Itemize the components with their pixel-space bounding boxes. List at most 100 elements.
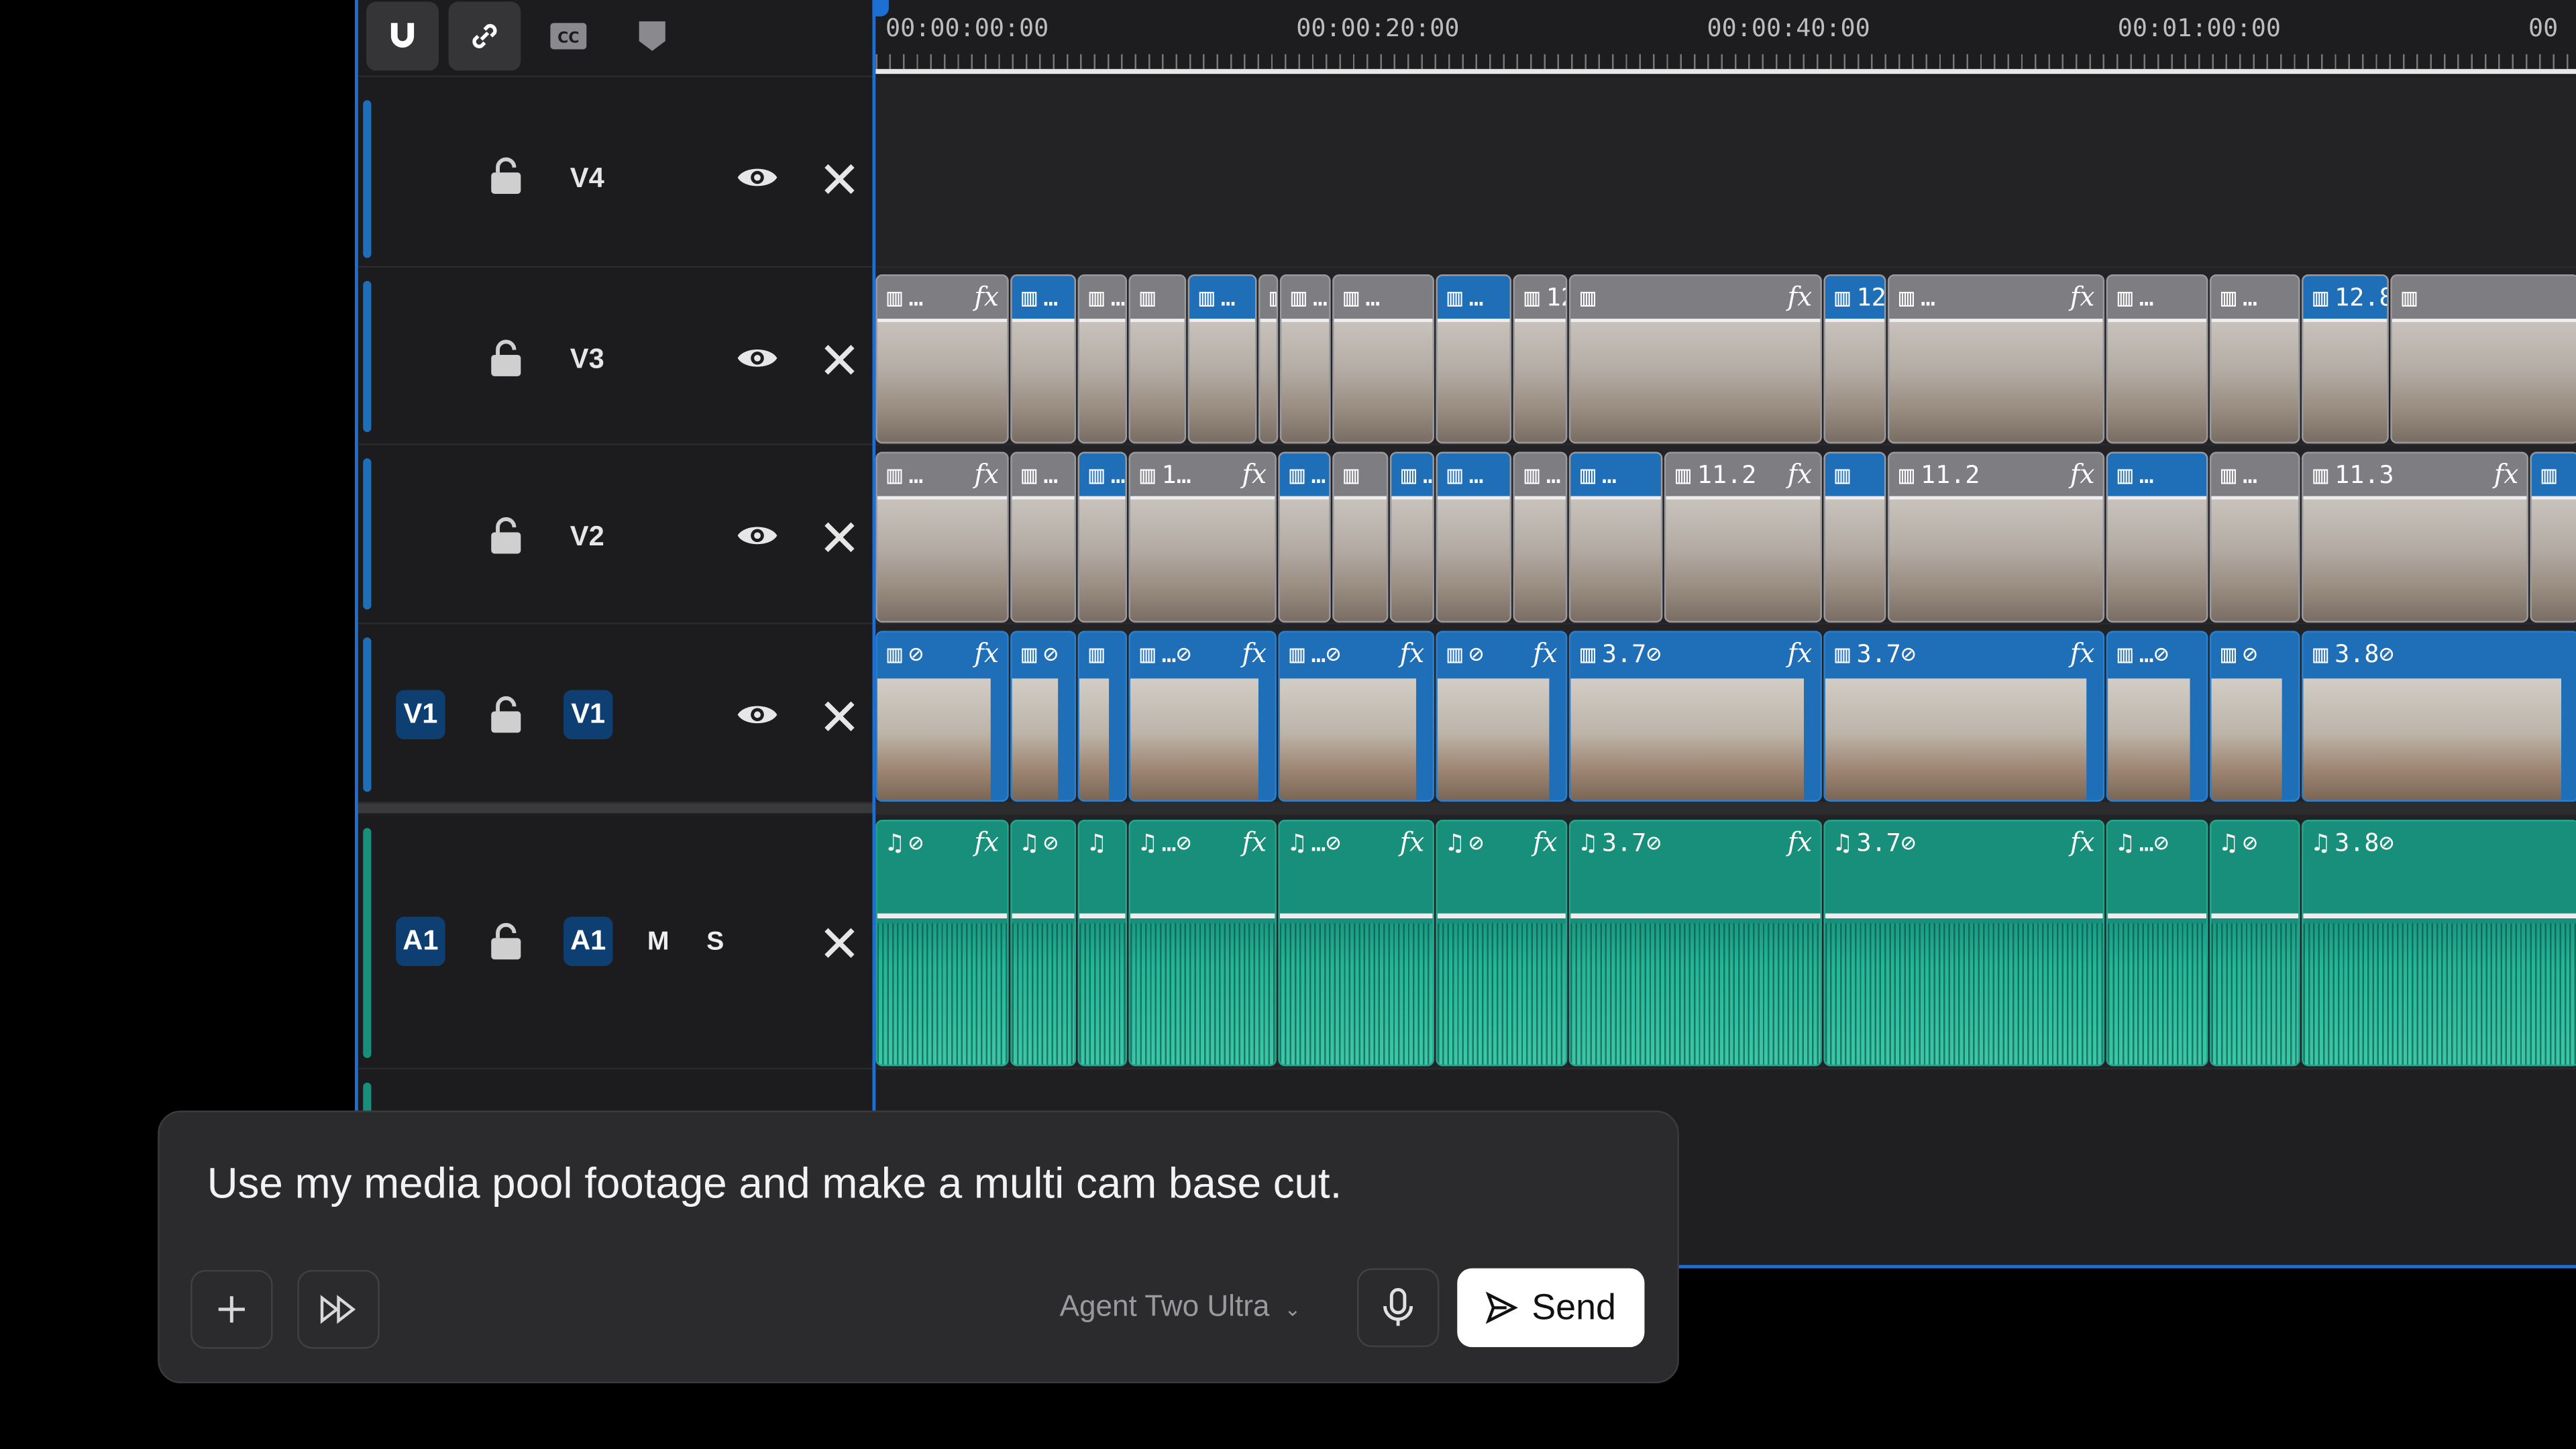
prompt-input[interactable]: Use my media pool footage and make a mul… bbox=[207, 1159, 1342, 1210]
clip-v2[interactable]: ▥ 11.2 fx bbox=[1887, 451, 2105, 623]
clip-v1[interactable]: ▥… ⊘ bbox=[2106, 631, 2208, 802]
track-label: V2 bbox=[570, 521, 604, 552]
marker-icon[interactable] bbox=[616, 1, 688, 70]
fast-forward-button[interactable] bbox=[297, 1270, 380, 1349]
clip-v1[interactable]: ▥ 3.7 ⊘ fx bbox=[1823, 631, 2105, 802]
clip-v3[interactable]: ▥… fx bbox=[1887, 274, 2105, 444]
clip-v2[interactable]: ▥… bbox=[2106, 451, 2208, 623]
source-patch-a1[interactable]: A1 bbox=[396, 916, 445, 967]
tools-icon[interactable] bbox=[822, 341, 858, 386]
clip-a1[interactable]: ♫ ⊘ bbox=[2209, 820, 2300, 1067]
clip-v3[interactable]: ▥… bbox=[1279, 274, 1331, 444]
clip-a1[interactable]: ♫ 3.7 ⊘ fx bbox=[1823, 820, 2105, 1067]
lock-icon[interactable] bbox=[490, 156, 523, 204]
clip-a1[interactable]: ♫ bbox=[1077, 820, 1128, 1067]
video-clip-icon: ▥ bbox=[1289, 460, 1305, 490]
clip-v2[interactable]: ▥… bbox=[1278, 451, 1331, 623]
clip-v3[interactable]: ▥ 12.6 C0162 bbox=[1513, 274, 1568, 444]
cc-icon[interactable]: CC bbox=[532, 1, 604, 70]
clip-header: ▥… bbox=[2108, 453, 2207, 496]
clip-a1[interactable]: ♫… ⊘ fx bbox=[1278, 820, 1434, 1067]
clip-a1[interactable]: ♫ ⊘ fx bbox=[1436, 820, 1568, 1067]
clip-v3[interactable]: ▥… bbox=[1010, 274, 1077, 444]
clip-v1[interactable]: ▥ ⊘ bbox=[1010, 631, 1077, 802]
clip-v2[interactable]: ▥… bbox=[1513, 451, 1568, 623]
target-track-a1[interactable]: A1 bbox=[564, 916, 613, 967]
clip-v1[interactable]: ▥ ⊘ fx bbox=[875, 631, 1009, 802]
clip-v1[interactable]: ▥ ⊘ fx bbox=[1436, 631, 1568, 802]
eye-icon[interactable] bbox=[736, 343, 779, 381]
clip-a1[interactable]: ♫ ⊘ fx bbox=[875, 820, 1009, 1067]
clip-v2[interactable]: ▥… bbox=[1389, 451, 1434, 623]
eye-icon[interactable] bbox=[736, 700, 779, 737]
clip-a1[interactable]: ♫… ⊘ fx bbox=[1128, 820, 1277, 1067]
tools-icon[interactable] bbox=[822, 925, 858, 969]
clip-header: ♫… ⊘ fx bbox=[1279, 821, 1433, 865]
tools-icon[interactable] bbox=[822, 519, 858, 564]
clip-v1[interactable]: ▥ ⊘ bbox=[2209, 631, 2300, 802]
clip-v3[interactable]: ▥… bbox=[1332, 274, 1434, 444]
clip-v3[interactable]: ▥… fx bbox=[875, 274, 1009, 444]
clip-a1[interactable]: ♫ 3.7 ⊘ fx bbox=[1568, 820, 1822, 1067]
send-button[interactable]: Send bbox=[1457, 1268, 1645, 1348]
clip-v2[interactable]: ▥… bbox=[1436, 451, 1512, 623]
eye-icon[interactable] bbox=[736, 521, 779, 558]
lock-icon[interactable] bbox=[490, 516, 523, 564]
clip-v3[interactable]: ▥… bbox=[1258, 274, 1279, 444]
clip-v2[interactable]: ▥… fx bbox=[875, 451, 1009, 623]
agent-selector[interactable]: Agent Two Ultra ⌄ bbox=[1060, 1289, 1301, 1324]
clip-v1[interactable]: ▥… ⊘ fx bbox=[1128, 631, 1277, 802]
clip-v2[interactable]: ▥… bbox=[2209, 451, 2300, 623]
source-patch-v1[interactable]: V1 bbox=[396, 690, 445, 740]
clip-v3[interactable]: ▥12.8 C016 bbox=[2302, 274, 2389, 444]
clip-v2[interactable]: ▥… bbox=[1010, 451, 1077, 623]
clip-v3[interactable]: ▥… bbox=[1187, 274, 1257, 444]
clip-v3[interactable]: ▥12.6 … bbox=[1823, 274, 1886, 444]
playhead[interactable] bbox=[872, 0, 889, 17]
clip-v1[interactable]: ▥… ⊘ fx bbox=[1278, 631, 1434, 802]
clip-v3[interactable]: ▥ bbox=[1128, 274, 1187, 444]
link-icon[interactable] bbox=[448, 1, 521, 71]
lane-v4[interactable] bbox=[875, 77, 2576, 268]
clip-v2[interactable]: ▥… bbox=[1077, 451, 1128, 623]
clip-v1[interactable]: ▥ bbox=[1077, 631, 1128, 802]
clip-v3[interactable]: ▥ bbox=[2390, 274, 2576, 444]
clip-label: … bbox=[1546, 460, 1561, 490]
track-divider bbox=[358, 803, 874, 814]
clip-v2[interactable]: ▥… bbox=[1568, 451, 1663, 623]
clip-v1[interactable]: ▥ 3.7 ⊘ fx bbox=[1568, 631, 1822, 802]
clip-v3[interactable]: ▥… bbox=[1077, 274, 1128, 444]
clip-v2[interactable]: ▥ 11.2 fx bbox=[1664, 451, 1822, 623]
tools-icon[interactable] bbox=[822, 698, 858, 743]
mute-button[interactable]: M bbox=[647, 928, 669, 958]
audio-waveform bbox=[1012, 923, 1075, 1065]
clip-v3[interactable]: ▥ fx bbox=[1568, 274, 1822, 444]
clip-v2[interactable]: ▥ bbox=[1823, 451, 1886, 623]
lock-icon[interactable] bbox=[490, 338, 523, 386]
clip-a1[interactable]: ♫… ⊘ bbox=[2106, 820, 2208, 1067]
audio-clip-icon: ♫ bbox=[2221, 828, 2237, 858]
clip-v3[interactable]: ▥… bbox=[1436, 274, 1512, 444]
microphone-button[interactable] bbox=[1356, 1268, 1440, 1348]
add-button[interactable] bbox=[191, 1270, 273, 1349]
clip-v3[interactable]: ▥… bbox=[2106, 274, 2208, 444]
clip-v3[interactable]: ▥… bbox=[2209, 274, 2300, 444]
lock-icon[interactable] bbox=[490, 695, 523, 743]
clip-v2[interactable]: ▥ 11.3 fx bbox=[2302, 451, 2529, 623]
clip-v2[interactable]: ▥ bbox=[2530, 451, 2576, 623]
clip-thumbnail bbox=[2211, 678, 2282, 800]
target-track-v1[interactable]: V1 bbox=[564, 690, 613, 740]
clip-a1[interactable]: ♫ 3.8 ⊘ bbox=[2302, 820, 2576, 1067]
clip-header: ▥… bbox=[1281, 276, 1330, 319]
tools-icon[interactable] bbox=[822, 161, 858, 205]
solo-button[interactable]: S bbox=[706, 928, 724, 958]
clip-header: ▥… ⊘ fx bbox=[1130, 632, 1275, 676]
eye-icon[interactable] bbox=[736, 162, 779, 200]
magnet-icon[interactable] bbox=[366, 1, 439, 71]
clip-label: … bbox=[1311, 460, 1326, 490]
clip-v1[interactable]: ▥ 3.8 ⊘ bbox=[2302, 631, 2576, 802]
clip-v2[interactable]: ▥ bbox=[1332, 451, 1389, 623]
clip-a1[interactable]: ♫ ⊘ bbox=[1010, 820, 1077, 1067]
lock-icon[interactable] bbox=[490, 922, 523, 969]
clip-v2[interactable]: ▥ 1… fx bbox=[1128, 451, 1277, 623]
